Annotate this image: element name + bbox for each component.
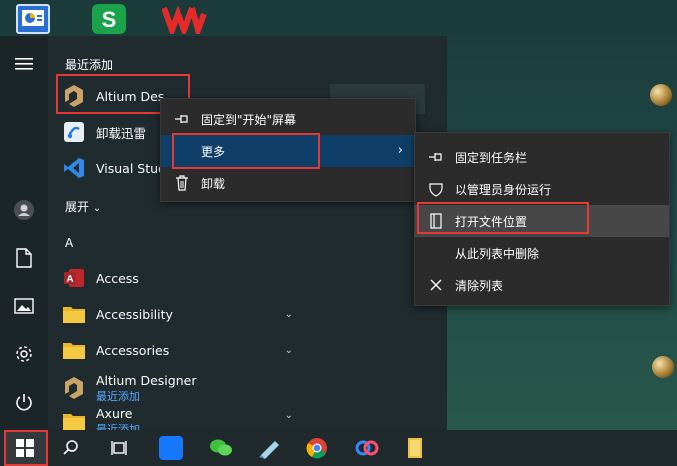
menu-label: 卸载 <box>201 176 226 191</box>
chevron-down-icon[interactable]: ⌄ <box>285 309 293 320</box>
uninstall-thunder-icon <box>62 120 86 144</box>
menu-item-more[interactable]: 更多 › <box>161 135 415 167</box>
menu-item-pin-taskbar[interactable]: 固定到任务栏 <box>415 141 669 173</box>
app-name: Axure <box>96 405 133 421</box>
close-icon <box>427 276 445 294</box>
chart-app-icon[interactable] <box>16 4 50 34</box>
letter-header-a[interactable]: A <box>65 236 73 250</box>
altium-icon <box>62 376 86 400</box>
menu-label: 清除列表 <box>455 278 504 293</box>
wps-office-icon[interactable] <box>161 4 207 40</box>
app-name: Accessibility <box>96 306 173 322</box>
app-name: Access <box>96 270 139 286</box>
notes-app-icon[interactable] <box>248 430 290 466</box>
visual-studio-icon <box>62 156 86 180</box>
app-name: 卸载迅雷 <box>96 125 147 141</box>
start-rail <box>0 36 48 430</box>
menu-label: 从此列表中删除 <box>455 246 540 261</box>
altium-icon <box>62 84 86 108</box>
hamburger-icon[interactable] <box>12 52 36 76</box>
chevron-right-icon: › <box>397 143 403 158</box>
user-avatar-icon[interactable] <box>12 198 36 222</box>
start-button[interactable] <box>4 430 46 466</box>
chrome-icon[interactable] <box>296 430 338 466</box>
access-icon: A <box>62 266 86 290</box>
chevron-down-icon[interactable]: ⌄ <box>285 345 293 356</box>
taskbar <box>0 430 677 466</box>
pin-icon <box>427 148 445 166</box>
trash-icon <box>173 174 191 192</box>
pin-icon <box>173 110 191 128</box>
context-menu: 固定到"开始"屏幕 更多 › 卸载 <box>160 98 416 202</box>
settings-gear-icon[interactable] <box>12 342 36 366</box>
documents-icon[interactable] <box>12 246 36 270</box>
menu-label: 以管理员身份运行 <box>455 182 552 197</box>
recently-added-label: 最近添加 <box>96 389 140 403</box>
shield-icon <box>427 180 445 198</box>
file-location-icon <box>427 212 445 230</box>
app-name: Altium Des <box>96 88 165 104</box>
svg-text:A: A <box>66 274 73 285</box>
list-item-accessories[interactable]: Accessories ⌄ <box>62 334 307 366</box>
chevron-down-icon: ⌄ <box>92 203 102 214</box>
menu-label: 固定到"开始"屏幕 <box>201 112 297 127</box>
folder-icon <box>62 302 86 326</box>
expand-button[interactable]: 展开 ⌄ <box>65 198 101 215</box>
menu-label: 打开文件位置 <box>455 214 528 229</box>
wps-spreadsheet-icon[interactable]: S <box>92 4 126 34</box>
start-menu: 最近添加 Altium Des 卸载迅雷 Visual Stud 展开 ⌄ A <box>0 36 447 436</box>
menu-item-open-location[interactable]: 打开文件位置 <box>415 205 669 237</box>
list-item-access[interactable]: A Access <box>62 262 307 294</box>
power-icon[interactable] <box>12 390 36 414</box>
app-list: 最近添加 Altium Des 卸载迅雷 Visual Stud 展开 ⌄ A <box>48 36 318 436</box>
menu-label: 固定到任务栏 <box>455 150 528 165</box>
menu-item-remove-list[interactable]: 从此列表中删除 <box>415 237 669 269</box>
desktop-orb-icon <box>652 356 674 378</box>
desktop-orb-icon <box>650 84 672 106</box>
app-name: Visual Stud <box>96 160 166 176</box>
folder-icon <box>62 338 86 362</box>
pictures-icon[interactable] <box>12 294 36 318</box>
app-name: Altium Designer <box>96 372 197 388</box>
task-view-icon[interactable] <box>98 430 140 466</box>
menu-item-uninstall[interactable]: 卸载 <box>161 167 415 199</box>
svg-text:S: S <box>102 7 117 32</box>
feishu-icon[interactable] <box>150 430 192 466</box>
search-icon[interactable] <box>50 430 92 466</box>
file-explorer-icon[interactable] <box>394 430 436 466</box>
baidu-netdisk-icon[interactable] <box>346 430 388 466</box>
recent-section-title: 最近添加 <box>65 58 114 72</box>
wechat-icon[interactable] <box>200 430 242 466</box>
menu-label: 更多 <box>201 144 226 159</box>
menu-item-clear-list[interactable]: 清除列表 <box>415 269 669 301</box>
list-item-accessibility[interactable]: Accessibility ⌄ <box>62 298 307 330</box>
chevron-down-icon[interactable]: ⌄ <box>285 410 293 421</box>
expand-label: 展开 <box>65 200 90 214</box>
menu-item-run-admin[interactable]: 以管理员身份运行 <box>415 173 669 205</box>
windows-logo-icon <box>16 439 34 457</box>
menu-item-pin-start[interactable]: 固定到"开始"屏幕 <box>161 103 415 135</box>
list-item-altium-designer[interactable]: Altium Designer 最近添加 <box>62 370 307 406</box>
submenu: 固定到任务栏 以管理员身份运行 打开文件位置 从此列表中删除 清除列表 <box>414 132 670 306</box>
app-name: Accessories <box>96 342 170 358</box>
